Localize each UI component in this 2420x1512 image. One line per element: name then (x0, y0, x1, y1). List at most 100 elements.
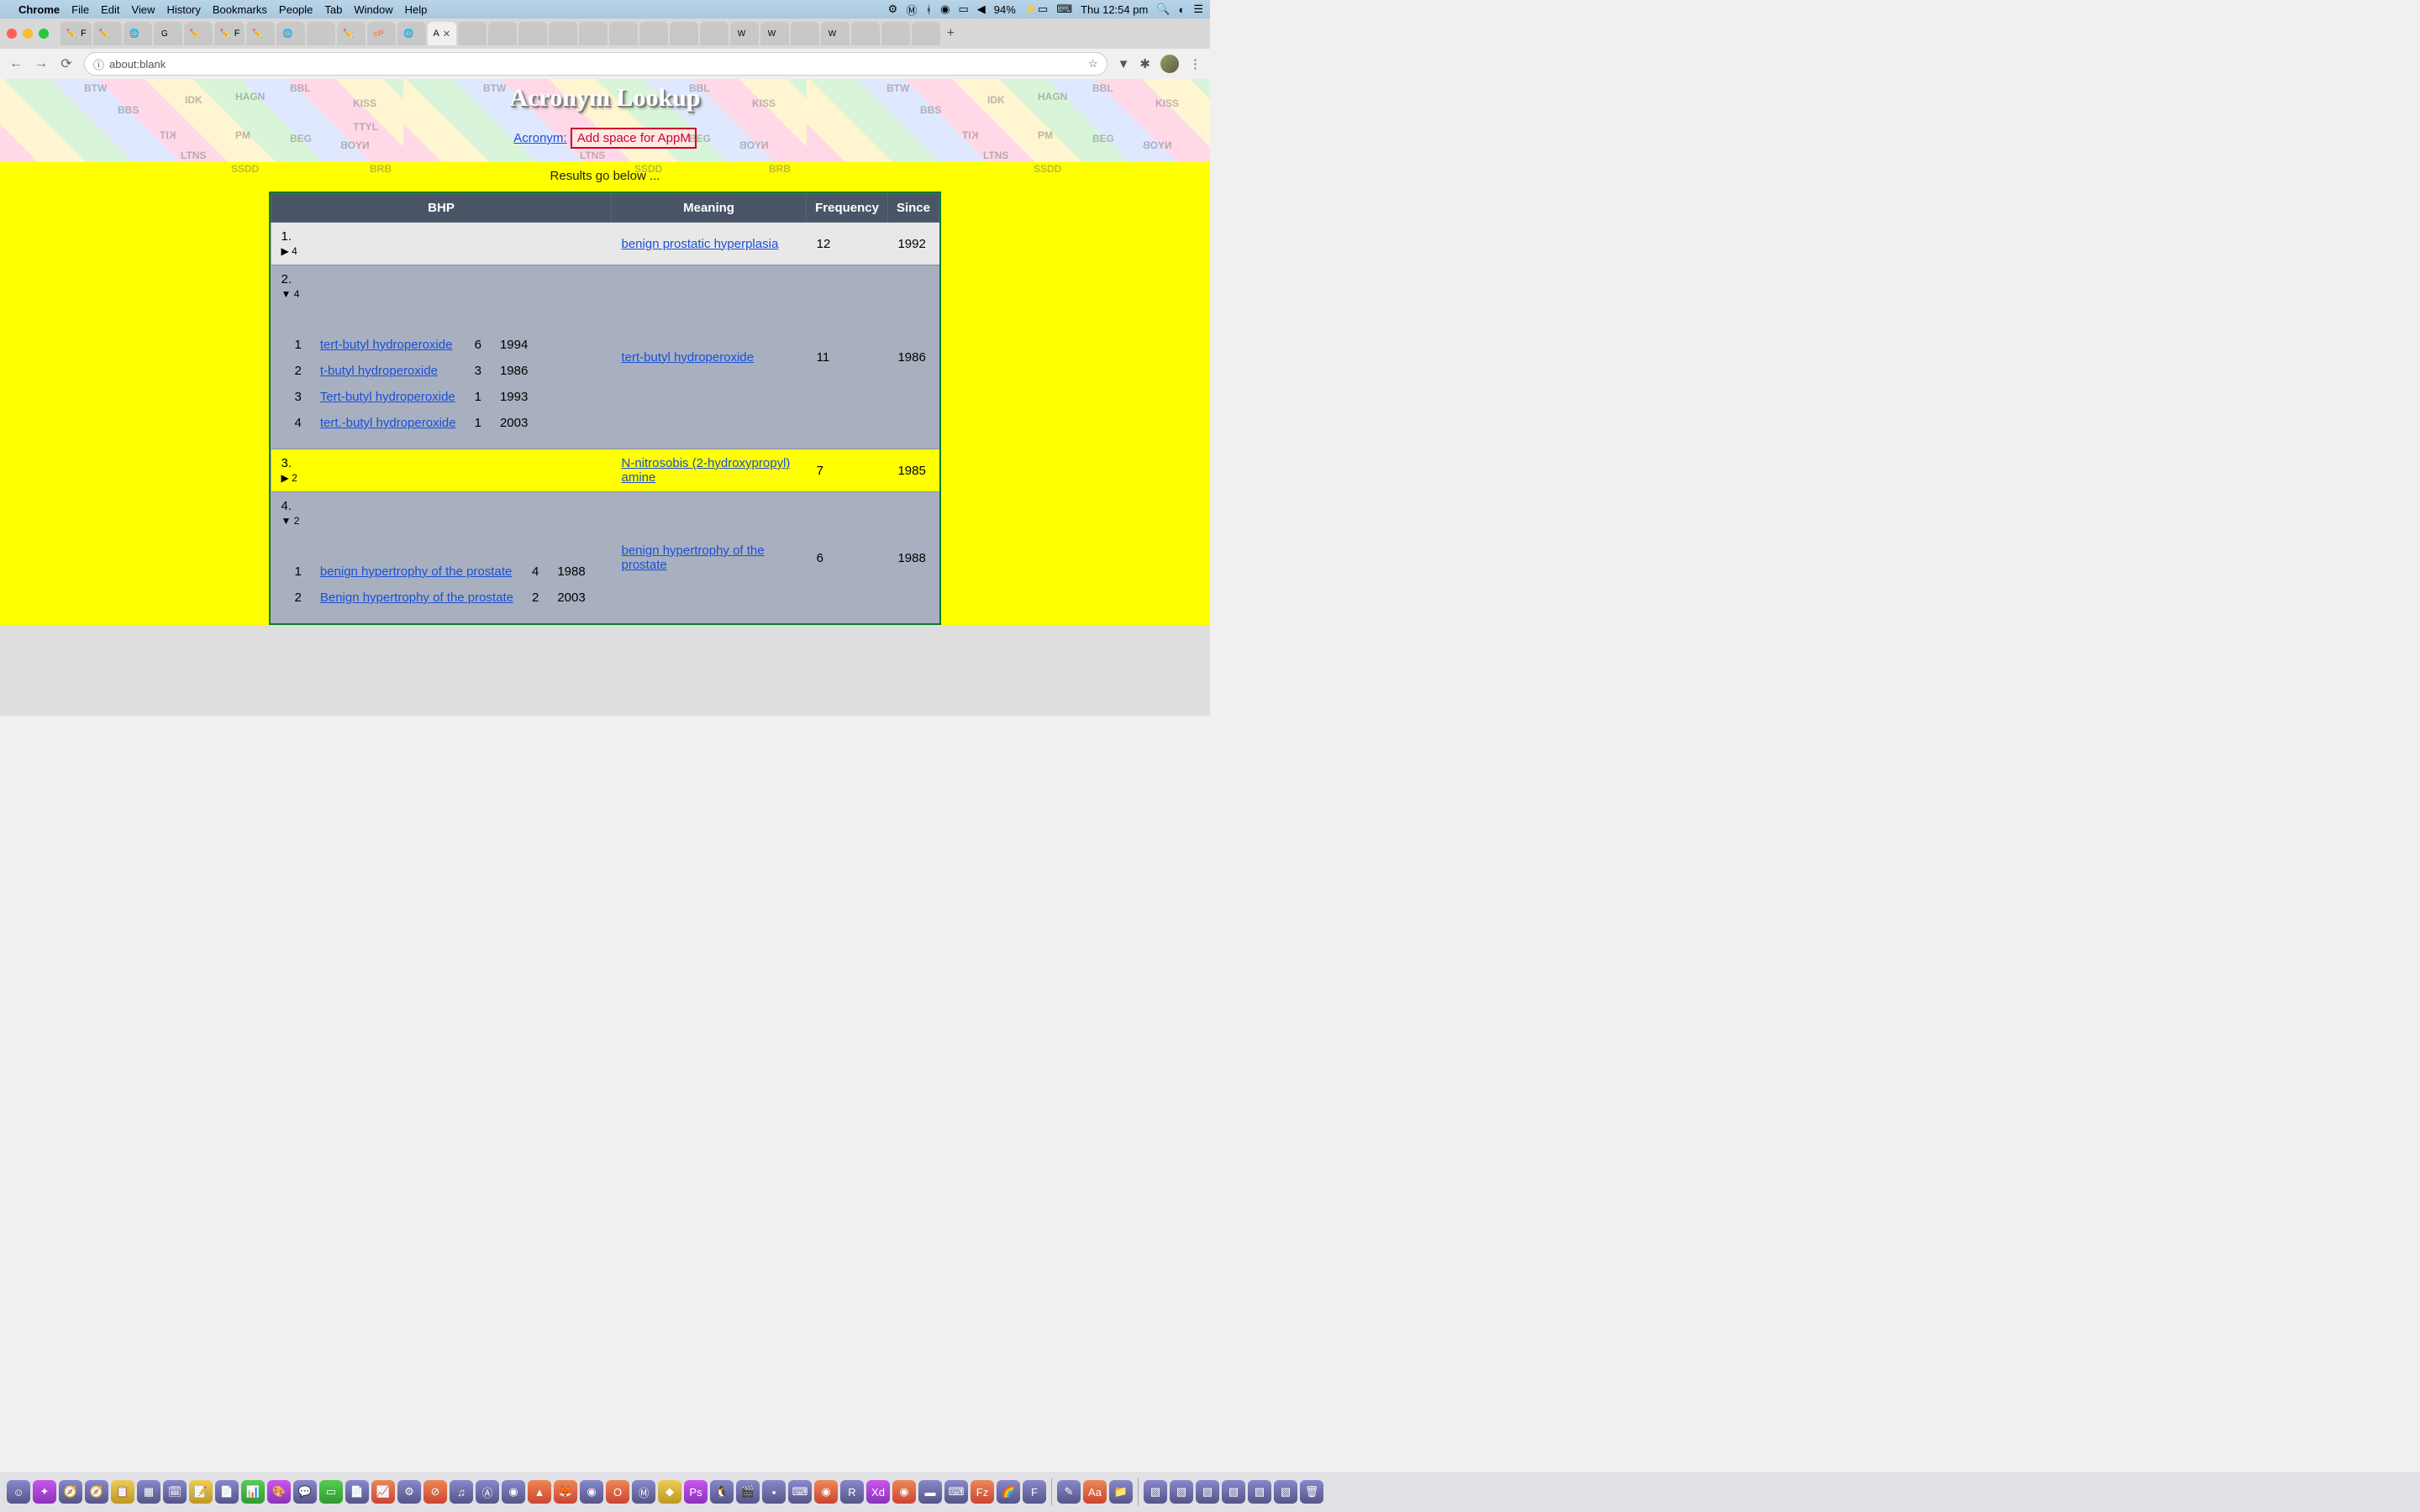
dock-app-icon[interactable]: ⊘ (424, 1480, 447, 1504)
sub-term-link[interactable]: benign hypertrophy of the prostate (320, 564, 513, 579)
sub-term-link[interactable]: Tert-butyl hydroperoxide (320, 390, 455, 404)
dock-app-icon[interactable]: ▲ (528, 1480, 551, 1504)
sub-term-link[interactable]: Benign hypertrophy of the prostate (320, 591, 513, 605)
browser-tab[interactable]: ✏️ (337, 22, 366, 45)
siri-icon[interactable]: ◐ (1178, 3, 1185, 16)
dock-app-icon[interactable]: ✎ (1057, 1480, 1081, 1504)
browser-tab[interactable]: ✏️ (184, 22, 213, 45)
meaning-link[interactable]: benign prostatic hyperplasia (622, 237, 779, 251)
dock-folder-icon[interactable]: ▧ (1248, 1480, 1271, 1504)
meaning-link[interactable]: N-nitrosobis (2-hydroxypropyl) amine (622, 456, 791, 485)
dock-app-icon[interactable]: Ⓐ (476, 1480, 499, 1504)
dock-folder-icon[interactable]: ▧ (1170, 1480, 1193, 1504)
keyboard-icon[interactable]: ⌨ (1056, 3, 1072, 16)
close-window-button[interactable] (7, 29, 17, 39)
menu-file[interactable]: File (71, 3, 89, 16)
minimize-window-button[interactable] (23, 29, 33, 39)
browser-tab[interactable]: ✏️F (214, 22, 245, 45)
dock-app-icon[interactable]: ♫ (450, 1480, 473, 1504)
spotlight-icon[interactable]: 🔍 (1156, 3, 1170, 16)
dock-app-icon[interactable]: Ⓜ (632, 1480, 655, 1504)
site-info-icon[interactable]: ⓘ (93, 56, 104, 72)
menu-people[interactable]: People (279, 3, 313, 16)
status-icon[interactable]: ⚙ (888, 3, 898, 16)
back-button[interactable]: ← (8, 56, 24, 71)
dock-app-icon[interactable]: 🧭 (85, 1480, 108, 1504)
browser-tab-active[interactable]: A ✕ (428, 22, 456, 45)
dock-app-icon[interactable]: Aa (1083, 1480, 1107, 1504)
dock-app-icon[interactable]: ◉ (502, 1480, 525, 1504)
dock-app-icon[interactable]: ◉ (814, 1480, 838, 1504)
dock-app-icon[interactable]: ▦ (137, 1480, 160, 1504)
profile-avatar[interactable] (1160, 55, 1179, 73)
menu-window[interactable]: Window (354, 3, 392, 16)
dock-app-icon[interactable]: 📄 (215, 1480, 239, 1504)
menu-history[interactable]: History (166, 3, 200, 16)
browser-tab[interactable] (639, 22, 668, 45)
dock-app-icon[interactable]: 🎨 (267, 1480, 291, 1504)
dock-app-icon[interactable]: 📊 (241, 1480, 265, 1504)
status-icon[interactable]: Ⓜ (906, 2, 917, 18)
dock-app-icon[interactable]: ▪ (762, 1480, 786, 1504)
browser-tab[interactable]: ✏️ (93, 22, 122, 45)
browser-tab[interactable] (488, 22, 517, 45)
forward-button[interactable]: → (34, 56, 49, 71)
dock-app-icon[interactable]: 🧭 (59, 1480, 82, 1504)
menu-view[interactable]: View (131, 3, 155, 16)
dock-app-icon[interactable]: ⚙ (397, 1480, 421, 1504)
chrome-menu-icon[interactable]: ⋮ (1189, 56, 1202, 71)
browser-tab[interactable]: 🌐 (276, 22, 305, 45)
browser-tab[interactable] (700, 22, 729, 45)
browser-tab[interactable] (579, 22, 608, 45)
volume-icon[interactable]: ◀ (977, 3, 986, 16)
meaning-link[interactable]: tert-butyl hydroperoxide (622, 350, 755, 365)
dock-app-icon[interactable]: 📄 (345, 1480, 369, 1504)
dock-app-icon[interactable]: ◆ (658, 1480, 681, 1504)
bluetooth-icon[interactable]: ᚼ (925, 3, 932, 16)
dock-app-icon[interactable]: 📈 (371, 1480, 395, 1504)
browser-tab[interactable] (670, 22, 698, 45)
reload-button[interactable]: ⟳ (59, 55, 74, 72)
browser-tab[interactable] (458, 22, 487, 45)
browser-tab[interactable]: W (821, 22, 850, 45)
display-icon[interactable]: ▭ (959, 3, 969, 16)
browser-tab[interactable]: W (760, 22, 789, 45)
dock-app-icon[interactable]: ▬ (918, 1480, 942, 1504)
dock-app-icon[interactable]: 📁 (1109, 1480, 1133, 1504)
extensions-puzzle-icon[interactable]: ✱ (1139, 56, 1150, 71)
expand-toggle[interactable]: ▼ 4 (281, 286, 602, 301)
dock-folder-icon[interactable]: ▧ (1274, 1480, 1297, 1504)
close-tab-icon[interactable]: ✕ (443, 29, 450, 39)
control-center-icon[interactable]: ☰ (1193, 3, 1203, 16)
dock-app-icon[interactable]: Xd (866, 1480, 890, 1504)
dock-app-icon[interactable]: ◉ (892, 1480, 916, 1504)
clock[interactable]: Thu 12:54 pm (1081, 3, 1148, 16)
dock-app-icon[interactable]: 🗓 (163, 1480, 187, 1504)
menu-bookmarks[interactable]: Bookmarks (213, 3, 267, 16)
browser-tab[interactable]: 🌐 (124, 22, 152, 45)
browser-tab[interactable] (518, 22, 547, 45)
dock-app-icon[interactable]: ◉ (580, 1480, 603, 1504)
sub-term-link[interactable]: tert-butyl hydroperoxide (320, 338, 453, 352)
acronym-label-link[interactable]: Acronym: (513, 131, 566, 145)
browser-tab[interactable]: 🌐 (397, 22, 426, 45)
browser-tab[interactable] (307, 22, 335, 45)
browser-tab[interactable] (609, 22, 638, 45)
sub-term-link[interactable]: tert.-butyl hydroperoxide (320, 416, 456, 430)
dock-app-icon[interactable]: 🐧 (710, 1480, 734, 1504)
browser-tab[interactable]: cP (367, 22, 396, 45)
maximize-window-button[interactable] (39, 29, 49, 39)
dock-app-icon[interactable]: 📋 (111, 1480, 134, 1504)
extension-icon[interactable]: ▼ (1118, 57, 1130, 71)
browser-tab[interactable]: G (154, 22, 182, 45)
wifi-icon[interactable]: ◉ (940, 3, 950, 16)
meaning-link[interactable]: benign hypertrophy of the prostate (622, 543, 765, 572)
expand-toggle[interactable]: ▶ 4 (281, 244, 602, 258)
menu-help[interactable]: Help (405, 3, 428, 16)
dock-app-icon[interactable]: R (840, 1480, 864, 1504)
dock-app-icon[interactable]: ☺ (7, 1480, 30, 1504)
acronym-input[interactable] (571, 128, 697, 149)
browser-tab[interactable] (881, 22, 910, 45)
menu-edit[interactable]: Edit (101, 3, 119, 16)
dock-app-icon[interactable]: ⌨ (944, 1480, 968, 1504)
